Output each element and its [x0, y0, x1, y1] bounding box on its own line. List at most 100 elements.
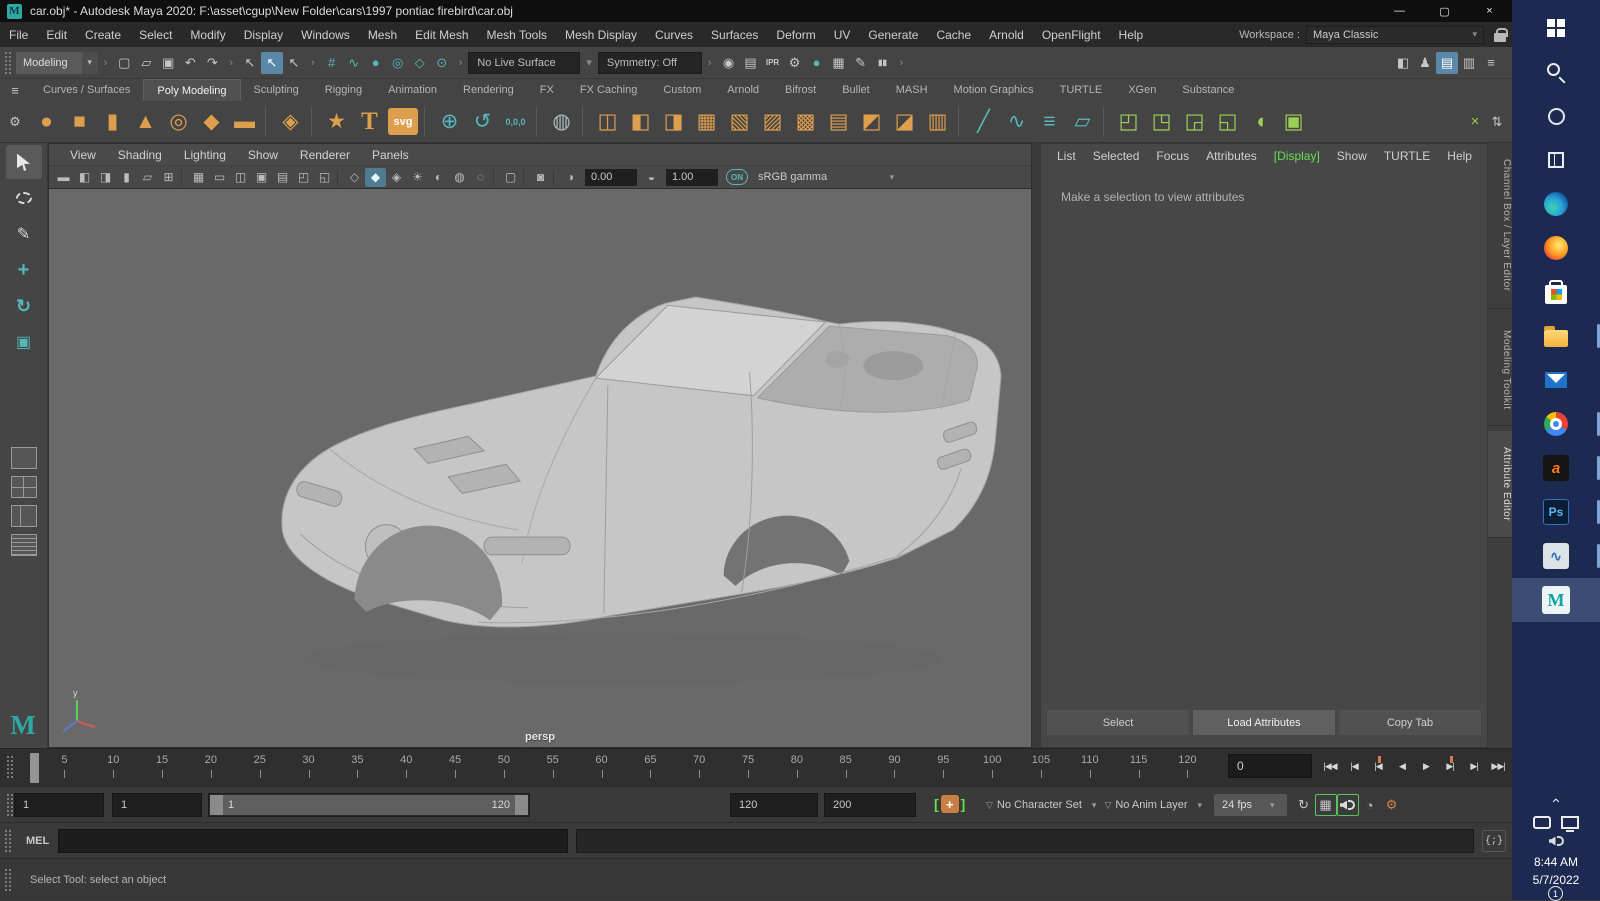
- aem-item[interactable]: TURTLE: [1384, 149, 1430, 163]
- menu-item[interactable]: Modify: [181, 28, 234, 42]
- stab-item[interactable]: Motion Graphics: [941, 79, 1047, 101]
- menu-item[interactable]: Display: [235, 28, 292, 42]
- show-hidden-icons-chevron[interactable]: ‹: [1548, 798, 1565, 803]
- file-explorer-icon[interactable]: [1512, 314, 1600, 358]
- svg-tool-icon[interactable]: svg: [388, 108, 418, 135]
- tab-attribute-editor[interactable]: Attribute Editor: [1488, 431, 1512, 539]
- tl-tick-item[interactable]: 5: [40, 754, 89, 782]
- menu-item[interactable]: Help: [1110, 28, 1153, 42]
- poly-cone-icon[interactable]: ▲: [129, 104, 162, 140]
- tl-tick-item[interactable]: 20: [186, 754, 235, 782]
- exposure-field[interactable]: 0.00: [585, 168, 637, 186]
- stab-item[interactable]: Curves / Surfaces: [30, 79, 143, 101]
- platonic-solid-icon[interactable]: ◈: [274, 104, 307, 140]
- stab-item[interactable]: Arnold: [714, 79, 772, 101]
- range-slider-bar[interactable]: 1 120: [210, 795, 528, 815]
- chrome-icon[interactable]: [1512, 402, 1600, 446]
- group-divider[interactable]: ›: [894, 57, 910, 69]
- zero-transform-icon[interactable]: 0,0,0: [499, 104, 532, 140]
- tl-tick-item[interactable]: 85: [821, 754, 870, 782]
- load-attributes-button[interactable]: Load Attributes: [1193, 710, 1335, 735]
- target-weld-icon[interactable]: ◲: [1178, 104, 1211, 140]
- hik-icon[interactable]: ♟: [1414, 52, 1436, 74]
- uv-editor-icon[interactable]: ▣: [1277, 104, 1310, 140]
- menu-item[interactable]: Create: [76, 28, 130, 42]
- menu-item[interactable]: Windows: [292, 28, 359, 42]
- maya-taskbar-icon[interactable]: [1512, 578, 1600, 622]
- camera-attributes-icon[interactable]: ◨: [95, 168, 116, 187]
- step-forward-key-button[interactable]: ▶|: [1438, 755, 1462, 777]
- tab-channel-box[interactable]: Channel Box / Layer Editor: [1488, 143, 1512, 309]
- redo-icon[interactable]: ↷: [201, 52, 223, 74]
- current-time-marker[interactable]: [30, 753, 39, 783]
- tl-tick-item[interactable]: 50: [479, 754, 528, 782]
- time-slider[interactable]: 5 10 15 20 25 30 35 40 45 50 55 60 65 70 75 80 85 90 95 100…: [0, 748, 1512, 786]
- reset-time-icon[interactable]: ↺: [466, 104, 499, 140]
- aem-item[interactable]: Help: [1447, 149, 1472, 163]
- snap-grid-icon[interactable]: #: [321, 52, 343, 74]
- construction-plane-icon[interactable]: ⊕: [433, 104, 466, 140]
- poly-disc-icon[interactable]: ▬: [228, 104, 261, 140]
- poly-plane-icon[interactable]: ◆: [195, 104, 228, 140]
- average-vertices-icon[interactable]: ◱: [1211, 104, 1244, 140]
- image-plane-icon[interactable]: ▱: [137, 168, 158, 187]
- ao-icon[interactable]: ◍: [449, 168, 470, 187]
- render-settings-icon[interactable]: ⚙: [784, 52, 806, 74]
- layout-four-view-button[interactable]: [10, 476, 37, 498]
- tl-tick-item[interactable]: 75: [724, 754, 773, 782]
- tl-tick-item[interactable]: 90: [870, 754, 919, 782]
- group-divider[interactable]: ›: [305, 57, 321, 69]
- make-live-icon[interactable]: ⊙: [431, 52, 453, 74]
- aem-item[interactable]: Attributes: [1206, 149, 1257, 163]
- modeling-toolkit-icon[interactable]: ◧: [1392, 52, 1414, 74]
- command-input[interactable]: [58, 829, 568, 853]
- sculpt-tool-icon[interactable]: ◖: [1244, 104, 1277, 140]
- play-backwards-button[interactable]: ◀: [1390, 755, 1414, 777]
- task-view-icon[interactable]: [1512, 138, 1600, 182]
- insert-edge-loop-icon[interactable]: ≡: [1033, 104, 1066, 140]
- ipr-render-icon[interactable]: IPR: [762, 52, 784, 74]
- connect-tool-icon[interactable]: ∿: [1000, 104, 1033, 140]
- grid-icon[interactable]: ▦: [188, 168, 209, 187]
- stab-item[interactable]: TURTLE: [1047, 79, 1116, 101]
- triangulate-icon[interactable]: ◩: [855, 104, 888, 140]
- tl-tick-item[interactable]: 80: [772, 754, 821, 782]
- menu-item[interactable]: Mesh Display: [556, 28, 646, 42]
- photoshop-icon[interactable]: [1512, 490, 1600, 534]
- range-start-handle[interactable]: [210, 795, 223, 815]
- paint-effects-icon[interactable]: ✎: [850, 52, 872, 74]
- menu-item[interactable]: Arnold: [980, 28, 1033, 42]
- playback-start-field[interactable]: 1: [112, 793, 202, 817]
- menu-item[interactable]: Surfaces: [702, 28, 767, 42]
- poly-sphere-icon[interactable]: ●: [30, 104, 63, 140]
- anim-layer-dropdown[interactable]: No Anim Layer ▾: [1115, 799, 1206, 811]
- motion-blur-icon[interactable]: ◌: [470, 168, 491, 187]
- xray-icon[interactable]: ◙: [530, 168, 551, 187]
- menu-item[interactable]: Deform: [767, 28, 824, 42]
- firefox-icon[interactable]: [1512, 226, 1600, 270]
- stab-item[interactable]: Substance: [1169, 79, 1247, 101]
- gamma-icon[interactable]: ◒: [641, 168, 662, 187]
- boolean-intersect-icon[interactable]: ▨: [756, 104, 789, 140]
- vp-menu-item[interactable]: View: [61, 148, 105, 162]
- step-forward-frame-button[interactable]: ▶|: [1462, 755, 1486, 777]
- isolate-select-icon[interactable]: ▢: [500, 168, 521, 187]
- drag-handle[interactable]: [4, 50, 12, 75]
- gate-mask-icon[interactable]: ▣: [251, 168, 272, 187]
- titlebar[interactable]: M car.obj* - Autodesk Maya 2020: F:\asse…: [0, 0, 1512, 22]
- shaded-mode-icon[interactable]: ◆: [365, 167, 386, 187]
- snap-playback-icon[interactable]: ▦: [1314, 794, 1337, 816]
- tl-tick-item[interactable]: 10: [89, 754, 138, 782]
- tl-tick-item[interactable]: 25: [235, 754, 284, 782]
- aem-item[interactable]: Selected: [1093, 149, 1140, 163]
- tl-tick-item[interactable]: 55: [528, 754, 577, 782]
- scale-tool[interactable]: [6, 325, 42, 359]
- media-app-icon[interactable]: [1512, 534, 1600, 578]
- textured-mode-icon[interactable]: ◈: [386, 168, 407, 187]
- start-button[interactable]: [1512, 6, 1600, 50]
- color-space-dropdown[interactable]: sRGB gamma ▾: [752, 168, 900, 186]
- exposure-icon[interactable]: ◑: [560, 168, 581, 187]
- lasso-tool[interactable]: [6, 181, 42, 215]
- tl-tick-item[interactable]: 95: [919, 754, 968, 782]
- edge-icon[interactable]: [1512, 182, 1600, 226]
